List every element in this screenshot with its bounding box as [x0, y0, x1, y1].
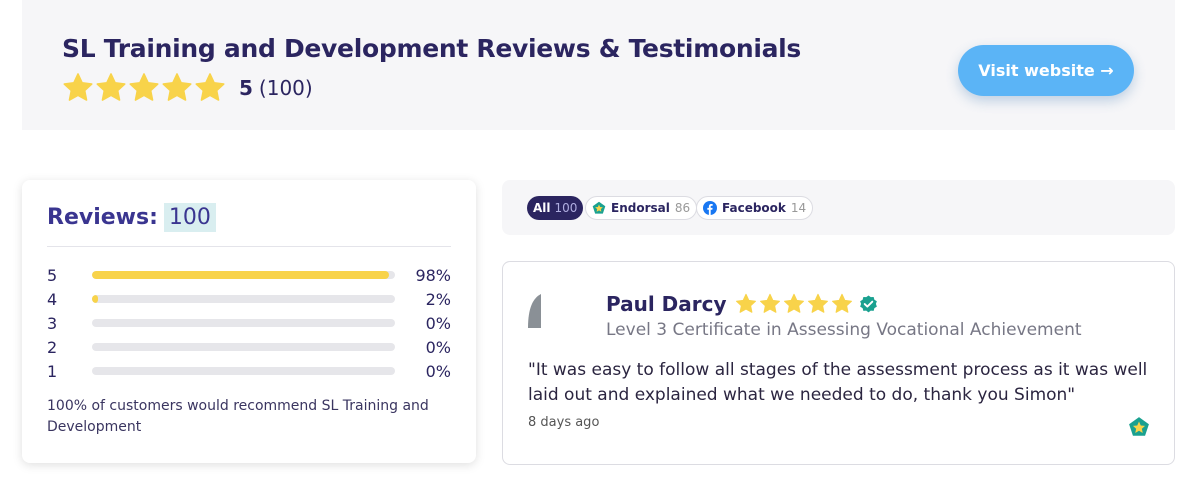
- bar-star-label: 5: [47, 265, 58, 285]
- filter-count: 100: [554, 201, 578, 215]
- rating-bar-row[interactable]: 5 98%: [47, 265, 451, 285]
- filter-all[interactable]: All 100: [527, 196, 584, 220]
- reviews-label: Reviews:: [47, 205, 158, 230]
- rating-bar-track: [92, 319, 395, 327]
- rating-bar-row[interactable]: 2 0%: [47, 337, 451, 357]
- star-icon: [783, 293, 805, 315]
- review-card: Paul Darcy Level 3 Certificate in Assess…: [502, 261, 1175, 465]
- star-icon: [128, 72, 160, 104]
- visit-website-button[interactable]: Visit website →: [958, 45, 1134, 96]
- star-icon: [62, 72, 94, 104]
- reviews-heading: Reviews: 100: [47, 203, 216, 232]
- avatar: [528, 294, 541, 328]
- review-course: Level 3 Certificate in Assessing Vocatio…: [606, 320, 1082, 340]
- rating-count: (100): [258, 76, 313, 100]
- filter-label: Facebook: [722, 201, 786, 215]
- filter-count: 86: [674, 201, 691, 215]
- star-icon: [735, 293, 757, 315]
- endorsal-icon: [592, 201, 606, 214]
- source-filter-bar: All 100 Endorsal 86 Facebook 14: [502, 180, 1175, 235]
- star-icon: [95, 72, 127, 104]
- star-icon: [831, 293, 853, 315]
- rating-bar-track: [92, 343, 395, 351]
- rating-bar-track: [92, 271, 395, 279]
- reviews-count: 100: [163, 203, 216, 232]
- reviewer-name: Paul Darcy: [606, 292, 727, 316]
- verified-badge-icon: [859, 294, 877, 312]
- bar-star-label: 1: [47, 361, 58, 381]
- page-header: SL Training and Development Reviews & Te…: [22, 0, 1175, 130]
- filter-label: All: [533, 201, 551, 215]
- filter-endorsal[interactable]: Endorsal 86: [585, 196, 698, 220]
- overall-rating: 5 (100): [62, 72, 313, 104]
- recommend-text: 100% of customers would recommend SL Tra…: [47, 398, 429, 435]
- rating-bar-row[interactable]: 3 0%: [47, 313, 451, 333]
- rating-bar-fill: [92, 271, 389, 279]
- star-icon: [194, 72, 226, 104]
- reviews-summary-card: Reviews: 100 5 98% 4 2% 3 0% 2 0% 1 0% 1…: [22, 180, 476, 463]
- rating-bar-row[interactable]: 1 0%: [47, 361, 451, 381]
- filter-count: 14: [790, 201, 807, 215]
- bar-star-label: 4: [47, 289, 58, 309]
- bar-percent: 0%: [425, 337, 451, 357]
- filter-facebook[interactable]: Facebook 14: [696, 196, 814, 220]
- bar-percent: 0%: [425, 361, 451, 381]
- rating-bar-fill: [92, 295, 99, 303]
- star-icon: [807, 293, 829, 315]
- review-text: "It was easy to follow all stages of the…: [528, 360, 1148, 405]
- star-icon: [161, 72, 193, 104]
- reviewer-header: Paul Darcy: [606, 292, 878, 316]
- bar-percent: 98%: [415, 265, 451, 285]
- bar-percent: 2%: [425, 289, 451, 309]
- endorsal-icon: [1129, 417, 1149, 436]
- rating-bar-row[interactable]: 4 2%: [47, 289, 451, 309]
- star-icon: [759, 293, 781, 315]
- rating-bar-track: [92, 295, 395, 303]
- rating-bar-track: [92, 367, 395, 375]
- page-title: SL Training and Development Reviews & Te…: [62, 34, 802, 63]
- bar-percent: 0%: [425, 313, 451, 333]
- bar-star-label: 3: [47, 313, 58, 333]
- rating-value: 5: [239, 76, 253, 100]
- filter-label: Endorsal: [611, 201, 670, 215]
- review-date: 8 days ago: [528, 415, 600, 430]
- divider: [47, 246, 451, 247]
- facebook-icon: [703, 201, 717, 215]
- bar-star-label: 2: [47, 337, 58, 357]
